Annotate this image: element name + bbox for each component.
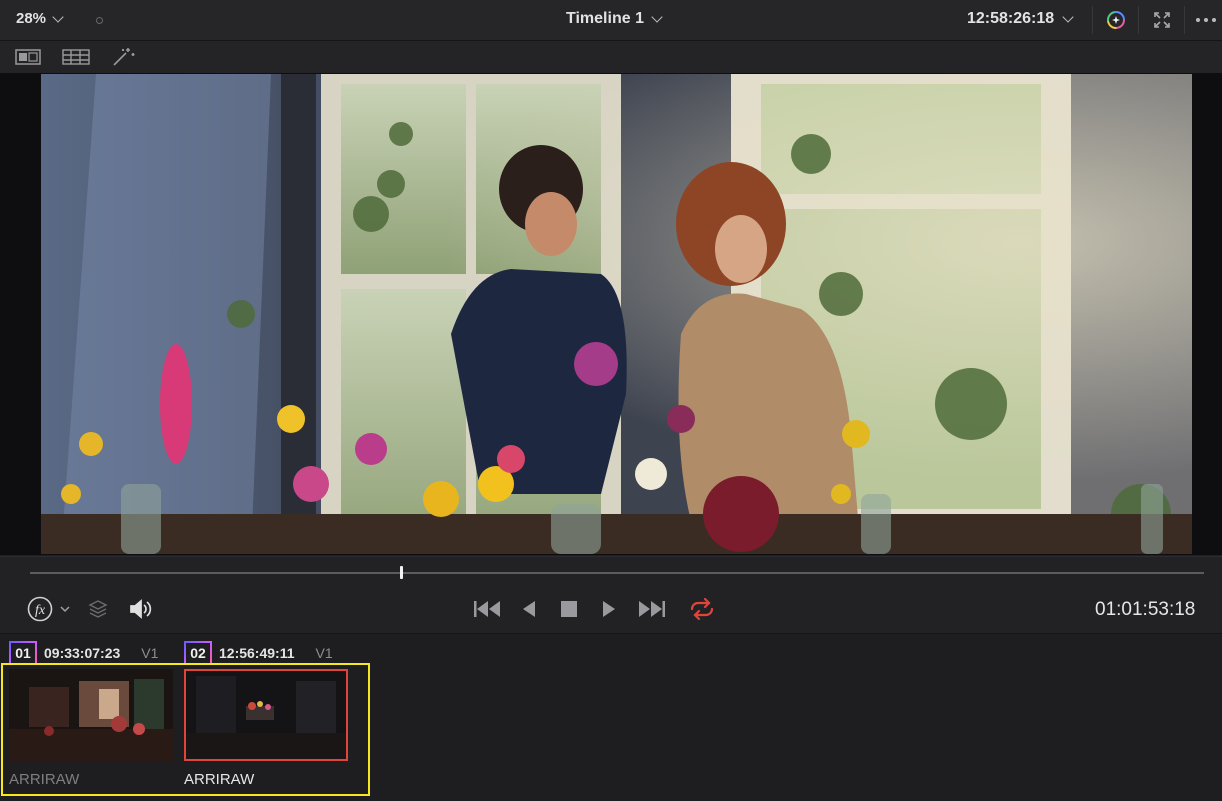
divider — [1138, 6, 1139, 34]
clip-header-01: 01 09:33:07:23 V1 — [9, 641, 159, 665]
playhead-handle[interactable] — [400, 566, 403, 579]
clip-track: V1 — [315, 645, 333, 661]
video-frame — [41, 74, 1192, 554]
clip-number: 01 — [9, 641, 37, 665]
viewer-toolbar — [0, 41, 1222, 73]
color-wheel-icon[interactable] — [1104, 8, 1128, 32]
clip-timecode: 12:56:49:11 — [219, 645, 295, 661]
timeline-name: Timeline 1 — [566, 10, 644, 27]
clip-codec-01: ARRIRAW — [9, 771, 80, 788]
timecode-dropdown[interactable]: 12:58:26:18 — [967, 10, 1074, 28]
clip-thumbnail-01[interactable] — [9, 669, 173, 761]
jump-to-end-icon[interactable] — [637, 598, 667, 620]
clip-codec-02: ARRIRAW — [184, 771, 255, 788]
zoom-dropdown[interactable]: 28% — [16, 10, 64, 27]
fx-icon[interactable]: fx — [26, 595, 74, 623]
layers-icon[interactable] — [86, 597, 110, 621]
svg-text:fx: fx — [35, 603, 46, 618]
fullscreen-icon[interactable] — [1150, 8, 1174, 32]
play-icon[interactable] — [598, 598, 620, 620]
chevron-down-icon — [52, 10, 64, 23]
clip-track: V1 — [141, 645, 159, 661]
timeline-dropdown[interactable]: Timeline 1 — [566, 10, 663, 28]
current-timecode: 01:01:53:18 — [1095, 599, 1196, 620]
clip-number: 02 — [184, 641, 212, 665]
video-viewer[interactable] — [0, 73, 1222, 555]
speaker-icon[interactable] — [127, 597, 155, 621]
chevron-down-icon — [1062, 11, 1074, 23]
magic-wand-icon[interactable] — [110, 46, 138, 68]
more-icon[interactable] — [1194, 8, 1218, 32]
chevron-down-icon — [651, 11, 663, 23]
jump-to-start-icon[interactable] — [472, 598, 502, 620]
scrub-bar[interactable] — [30, 572, 1204, 574]
loop-icon[interactable] — [686, 597, 718, 621]
header-timecode: 12:58:26:18 — [967, 10, 1055, 27]
status-dot-icon — [96, 17, 103, 24]
divider — [1184, 6, 1185, 34]
clip-timecode: 09:33:07:23 — [44, 645, 121, 661]
reverse-play-icon[interactable] — [518, 598, 540, 620]
zoom-label: 28% — [16, 10, 47, 27]
transport-bar: fx 01:01:53:18 — [0, 556, 1222, 633]
clip-header-02: 02 12:56:49:11 V1 — [184, 641, 333, 665]
stop-icon[interactable] — [558, 598, 580, 620]
clip-thumbnail-02[interactable] — [184, 669, 348, 761]
viewer-header: 28% Timeline 1 12:58:26:18 — [0, 0, 1222, 41]
clip-strip: 01 09:33:07:23 V1 02 12:56:49:11 V1 ARRI… — [0, 633, 1222, 801]
dual-viewer-icon[interactable] — [14, 46, 42, 68]
grid-view-icon[interactable] — [62, 46, 90, 68]
divider — [1092, 6, 1093, 34]
